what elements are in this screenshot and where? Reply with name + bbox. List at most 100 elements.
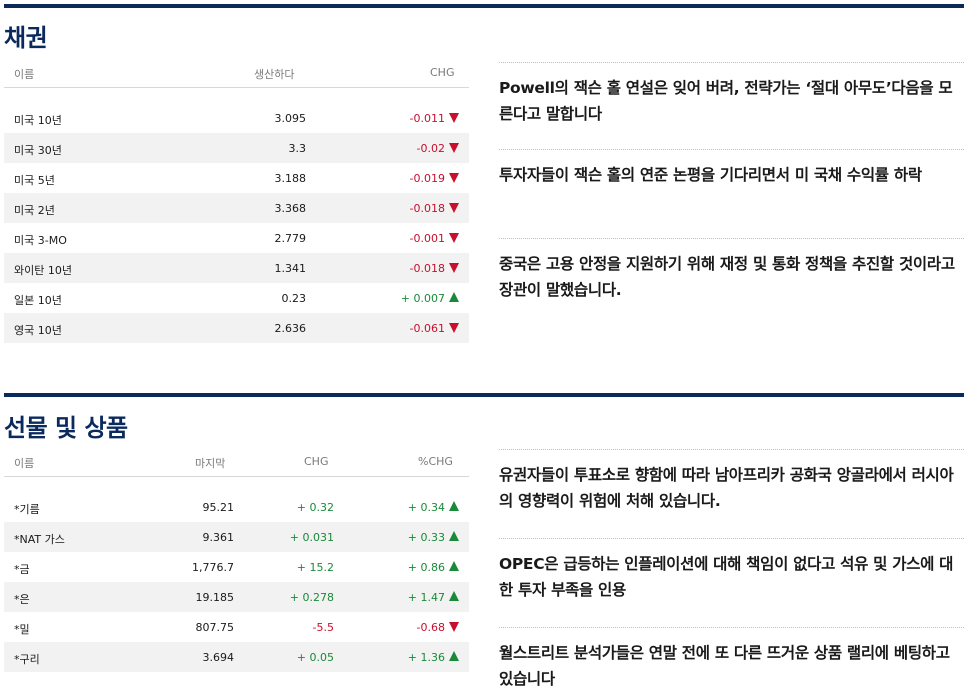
- news-headline[interactable]: OPEC은 급등하는 인플레이션에 대해 책임이 없다고 석유 및 가스에 대한…: [499, 538, 964, 627]
- commodity-name[interactable]: *NAT 가스: [14, 531, 65, 547]
- bond-name[interactable]: 와이탄 10년: [14, 262, 72, 278]
- commodity-name[interactable]: *금: [14, 561, 30, 577]
- bonds-header-chg: CHG: [430, 66, 455, 79]
- commodity-last: 807.75: [195, 621, 235, 634]
- commodity-chg: + 15.2: [296, 561, 334, 574]
- futures-table: 이름 마지막 CHG %CHG *기름 95.21 + 0.32 + 0.34 …: [4, 447, 469, 672]
- bond-yield: 0.23: [281, 292, 307, 305]
- news-headline[interactable]: 월스트리트 분석가들은 연말 전에 또 다른 뜨거운 상품 랠리에 베팅하고 있…: [499, 627, 964, 695]
- table-row[interactable]: 미국 30년 3.3 -0.02: [4, 133, 469, 163]
- news-headline[interactable]: Powell의 잭슨 홀 연설은 잊어 버려, 전략가는 ‘절대 아무도’다음을…: [499, 62, 964, 149]
- commodity-chg: + 0.278: [289, 591, 334, 604]
- bond-chg: -0.02: [417, 142, 459, 155]
- commodity-last: 3.694: [202, 651, 235, 664]
- up-arrow-icon: [449, 292, 459, 302]
- bond-chg-value: -0.001: [409, 232, 445, 245]
- bond-yield: 3.095: [274, 112, 307, 125]
- news-headline[interactable]: 투자자들이 잭슨 홀의 연준 논평을 기다리면서 미 국채 수익률 하락: [499, 149, 964, 238]
- bond-name[interactable]: 영국 10년: [14, 322, 62, 338]
- commodity-name[interactable]: *기름: [14, 501, 40, 517]
- commodity-pct-value: + 0.33: [407, 531, 445, 544]
- commodity-pct: + 1.47: [408, 591, 459, 604]
- commodity-name[interactable]: *은: [14, 591, 30, 607]
- bonds-header-divider: [4, 87, 469, 88]
- bonds-header-name: 이름: [14, 68, 35, 81]
- bond-yield: 3.3: [288, 142, 307, 155]
- bond-chg-value: -0.019: [409, 172, 445, 185]
- futures-header-pct: %CHG: [418, 455, 453, 468]
- down-arrow-icon: [449, 143, 459, 153]
- bond-name[interactable]: 미국 30년: [14, 142, 62, 158]
- news-headline[interactable]: 중국은 고용 안정을 지원하기 위해 재정 및 통화 정책을 추진할 것이라고 …: [499, 238, 964, 318]
- futures-header-divider: [4, 476, 469, 477]
- futures-section-bar: [4, 393, 964, 397]
- commodity-pct-value: -0.68: [416, 621, 445, 634]
- up-arrow-icon: [449, 531, 459, 541]
- commodity-last: 1,776.7: [192, 561, 234, 574]
- commodity-pct: + 0.34: [408, 501, 459, 514]
- futures-table-header: 이름 마지막 CHG %CHG: [4, 447, 469, 477]
- bond-yield: 2.779: [274, 232, 307, 245]
- table-row[interactable]: 미국 2년 3.368 -0.018: [4, 193, 469, 223]
- bond-chg: -0.001: [410, 232, 459, 245]
- bond-name[interactable]: 미국 3-MO: [14, 232, 67, 248]
- table-row[interactable]: *구리 3.694 + 0.05 + 1.36: [4, 642, 469, 672]
- bond-chg-value: -0.018: [409, 202, 445, 215]
- futures-header-name: 이름: [14, 457, 35, 470]
- up-arrow-icon: [449, 651, 459, 661]
- down-arrow-icon: [449, 263, 459, 273]
- up-arrow-icon: [449, 561, 459, 571]
- futures-header-chg: CHG: [304, 455, 329, 468]
- commodity-last: 9.361: [202, 531, 235, 544]
- down-arrow-icon: [449, 173, 459, 183]
- table-row[interactable]: 영국 10년 2.636 -0.061: [4, 313, 469, 343]
- commodity-pct-value: + 0.86: [407, 561, 445, 574]
- bonds-section-bar: [4, 4, 964, 8]
- down-arrow-icon: [449, 233, 459, 243]
- commodity-pct: -0.68: [417, 621, 459, 634]
- commodity-chg: + 0.05: [296, 651, 334, 664]
- down-arrow-icon: [449, 622, 459, 632]
- news-headline[interactable]: 유권자들이 투표소로 향함에 따라 남아프리카 공화국 앙골라에서 러시아의 영…: [499, 449, 964, 538]
- table-row[interactable]: 미국 5년 3.188 -0.019: [4, 163, 469, 193]
- down-arrow-icon: [449, 113, 459, 123]
- bond-yield: 3.368: [274, 202, 307, 215]
- table-row[interactable]: 와이탄 10년 1.341 -0.018: [4, 253, 469, 283]
- bond-chg: -0.018: [410, 202, 459, 215]
- bonds-table: 이름 생산하다 CHG 미국 10년 3.095 -0.011 미국 30년 3…: [4, 58, 469, 343]
- table-row[interactable]: 미국 3-MO 2.779 -0.001: [4, 223, 469, 253]
- futures-section-title: 선물 및 상품: [4, 414, 128, 442]
- bond-yield: 1.341: [274, 262, 307, 275]
- commodity-name[interactable]: *구리: [14, 651, 40, 667]
- up-arrow-icon: [449, 591, 459, 601]
- commodity-chg: + 0.031: [289, 531, 334, 544]
- futures-news-list: 유권자들이 투표소로 향함에 따라 남아프리카 공화국 앙골라에서 러시아의 영…: [499, 449, 964, 695]
- commodity-pct-value: + 1.47: [407, 591, 445, 604]
- bond-chg: -0.011: [410, 112, 459, 125]
- table-row[interactable]: *은 19.185 + 0.278 + 1.47: [4, 582, 469, 612]
- table-row[interactable]: 일본 10년 0.23 + 0.007: [4, 283, 469, 313]
- commodity-pct: + 1.36: [408, 651, 459, 664]
- bond-name[interactable]: 미국 10년: [14, 112, 62, 128]
- bond-name[interactable]: 일본 10년: [14, 292, 62, 308]
- table-row[interactable]: 미국 10년 3.095 -0.011: [4, 103, 469, 133]
- table-row[interactable]: *NAT 가스 9.361 + 0.031 + 0.33: [4, 522, 469, 552]
- bonds-table-header: 이름 생산하다 CHG: [4, 58, 469, 88]
- bonds-rows: 미국 10년 3.095 -0.011 미국 30년 3.3 -0.02 미국 …: [4, 103, 469, 343]
- bond-chg: -0.061: [410, 322, 459, 335]
- table-row[interactable]: *금 1,776.7 + 15.2 + 0.86: [4, 552, 469, 582]
- bond-chg: -0.018: [410, 262, 459, 275]
- commodity-last: 95.21: [202, 501, 235, 514]
- commodity-chg: -5.5: [312, 621, 334, 634]
- up-arrow-icon: [449, 501, 459, 511]
- bond-chg-value: -0.061: [409, 322, 445, 335]
- bond-name[interactable]: 미국 2년: [14, 202, 55, 218]
- table-row[interactable]: *밀 807.75 -5.5 -0.68: [4, 612, 469, 642]
- bond-name[interactable]: 미국 5년: [14, 172, 55, 188]
- commodity-pct-value: + 1.36: [407, 651, 445, 664]
- table-row[interactable]: *기름 95.21 + 0.32 + 0.34: [4, 492, 469, 522]
- bond-chg-value: -0.02: [416, 142, 445, 155]
- commodity-name[interactable]: *밀: [14, 621, 30, 637]
- down-arrow-icon: [449, 323, 459, 333]
- bonds-header-yield: 생산하다: [254, 68, 295, 81]
